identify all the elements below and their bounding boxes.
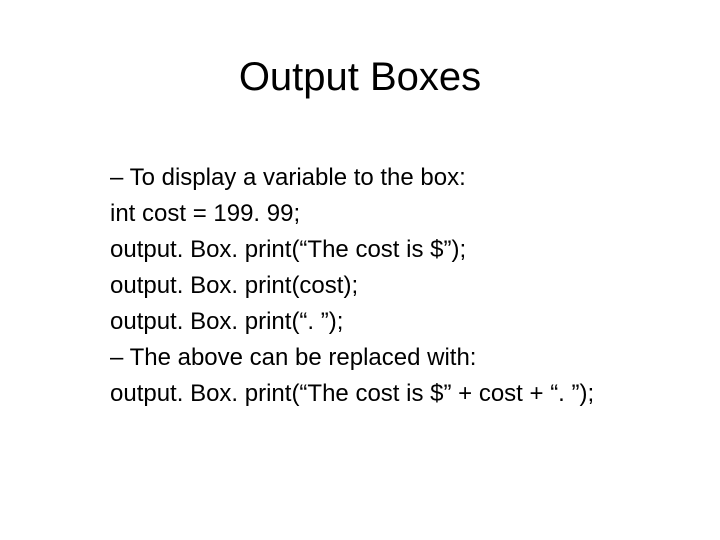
body-line: output. Box. print(“. ”); bbox=[110, 304, 720, 340]
slide-container: Output Boxes – To display a variable to … bbox=[0, 0, 720, 540]
body-line: int cost = 199. 99; bbox=[110, 196, 720, 232]
body-line: – The above can be replaced with: bbox=[110, 340, 720, 376]
body-line: – To display a variable to the box: bbox=[110, 160, 720, 196]
body-line: output. Box. print(“The cost is $”); bbox=[110, 232, 720, 268]
slide-body: – To display a variable to the box: int … bbox=[0, 160, 720, 412]
body-line: output. Box. print(“The cost is $” + cos… bbox=[110, 376, 720, 412]
body-line: output. Box. print(cost); bbox=[110, 268, 720, 304]
slide-title: Output Boxes bbox=[0, 55, 720, 100]
